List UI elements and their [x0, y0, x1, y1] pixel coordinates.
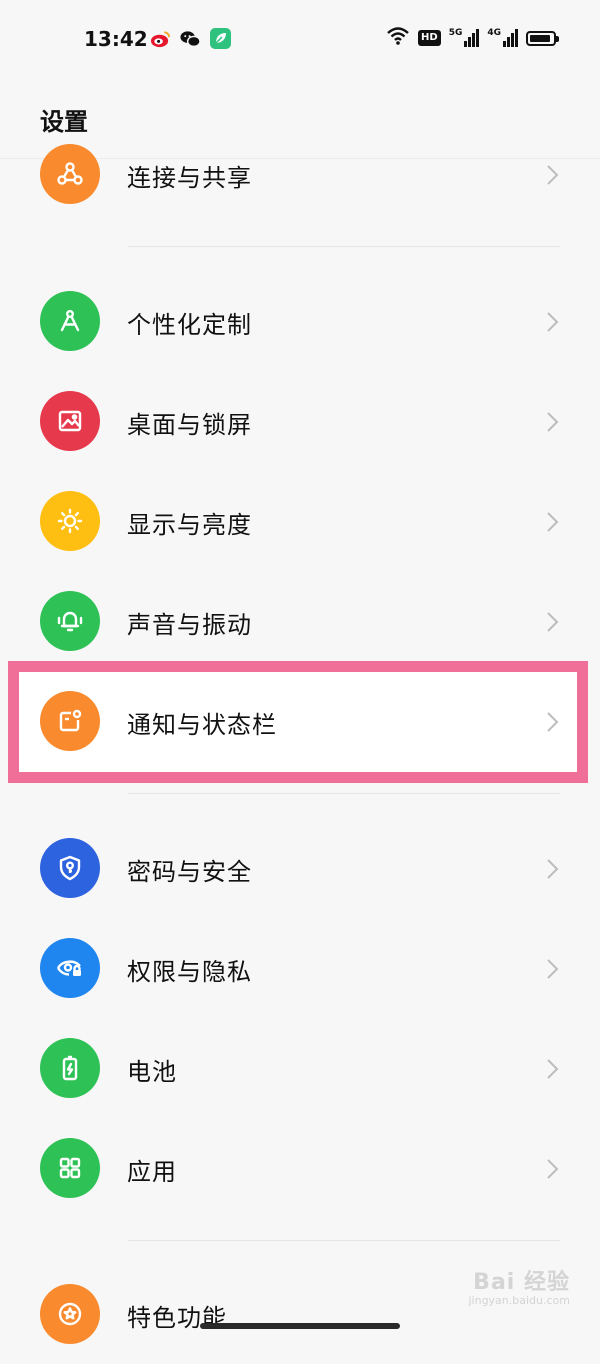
- battery-indicator-icon: [526, 30, 559, 46]
- chevron-right-icon: [547, 512, 559, 532]
- notification-icon: [40, 691, 100, 751]
- settings-item-sound-vibration[interactable]: 声音与振动: [0, 571, 600, 671]
- wechat-icon: [180, 28, 201, 49]
- settings-item-label: 显示与亮度: [127, 511, 252, 539]
- chevron-right-icon: [547, 959, 559, 979]
- chevron-right-icon: [547, 412, 559, 432]
- settings-item-label: 声音与振动: [127, 611, 252, 639]
- settings-item-label: 桌面与锁屏: [127, 411, 252, 439]
- eye-lock-icon: [40, 938, 100, 998]
- chevron-right-icon: [547, 612, 559, 632]
- picture-icon: [40, 391, 100, 451]
- settings-item-label: 权限与隐私: [127, 958, 252, 986]
- chevron-right-icon: [547, 712, 559, 732]
- home-indicator[interactable]: [200, 1323, 400, 1329]
- leaf-app-icon: [210, 28, 231, 49]
- settings-item-personalization[interactable]: 个性化定制: [0, 271, 600, 371]
- notification-icons: [150, 28, 231, 49]
- chevron-right-icon: [547, 1059, 559, 1079]
- battery-level-fill: [530, 34, 550, 42]
- settings-item-desktop-lockscreen[interactable]: 桌面与锁屏: [0, 371, 600, 471]
- sun-icon: [40, 491, 100, 551]
- settings-item-label: 电池: [127, 1058, 177, 1086]
- signal-4g-icon: 4G: [487, 29, 518, 47]
- settings-item-permission-privacy[interactable]: 权限与隐私: [0, 918, 600, 1018]
- chevron-right-icon: [547, 312, 559, 332]
- section-divider: [128, 1240, 560, 1241]
- settings-item-label: 通知与状态栏: [127, 711, 277, 739]
- settings-item-label: 连接与共享: [127, 164, 252, 192]
- settings-item-battery[interactable]: 电池: [0, 1018, 600, 1118]
- settings-item-password-security[interactable]: 密码与安全: [0, 818, 600, 918]
- chevron-right-icon: [547, 859, 559, 879]
- star-icon: [40, 1284, 100, 1344]
- apps-grid-icon: [40, 1138, 100, 1198]
- share-icon: [40, 144, 100, 204]
- weibo-icon: [150, 28, 171, 49]
- section-divider: [128, 793, 560, 794]
- settings-item-notification-statusbar[interactable]: 通知与状态栏: [0, 671, 600, 771]
- settings-item-apps[interactable]: 应用: [0, 1118, 600, 1218]
- system-icons: HD 5G 4G: [386, 26, 559, 50]
- shield-key-icon: [40, 838, 100, 898]
- status-time: 13:42: [84, 27, 148, 51]
- watermark-url: jingyan.baidu.com: [468, 1294, 570, 1307]
- baidu-jingyan-watermark: Bai 经验 jingyan.baidu.com: [468, 1264, 570, 1307]
- hd-voice-badge: HD: [418, 30, 441, 46]
- watermark-logo: Bai 经验: [473, 1270, 570, 1295]
- network-4g-label: 4G: [487, 28, 501, 38]
- settings-item-label: 应用: [127, 1158, 177, 1186]
- bell-icon: [40, 591, 100, 651]
- compass-icon: [40, 291, 100, 351]
- chevron-right-icon: [547, 165, 559, 185]
- battery-icon: [40, 1038, 100, 1098]
- settings-item-label: 个性化定制: [127, 311, 252, 339]
- signal-5g-icon: 5G: [449, 29, 480, 47]
- settings-item-label: 密码与安全: [127, 858, 252, 886]
- network-5g-label: 5G: [448, 28, 463, 38]
- section-divider: [128, 246, 560, 247]
- settings-item-connection-sharing[interactable]: 连接与共享: [0, 124, 600, 224]
- wifi-icon: [386, 26, 410, 50]
- status-bar: 13:42 HD 5G 4G: [0, 0, 600, 78]
- settings-item-display-brightness[interactable]: 显示与亮度: [0, 471, 600, 571]
- chevron-right-icon: [547, 1159, 559, 1179]
